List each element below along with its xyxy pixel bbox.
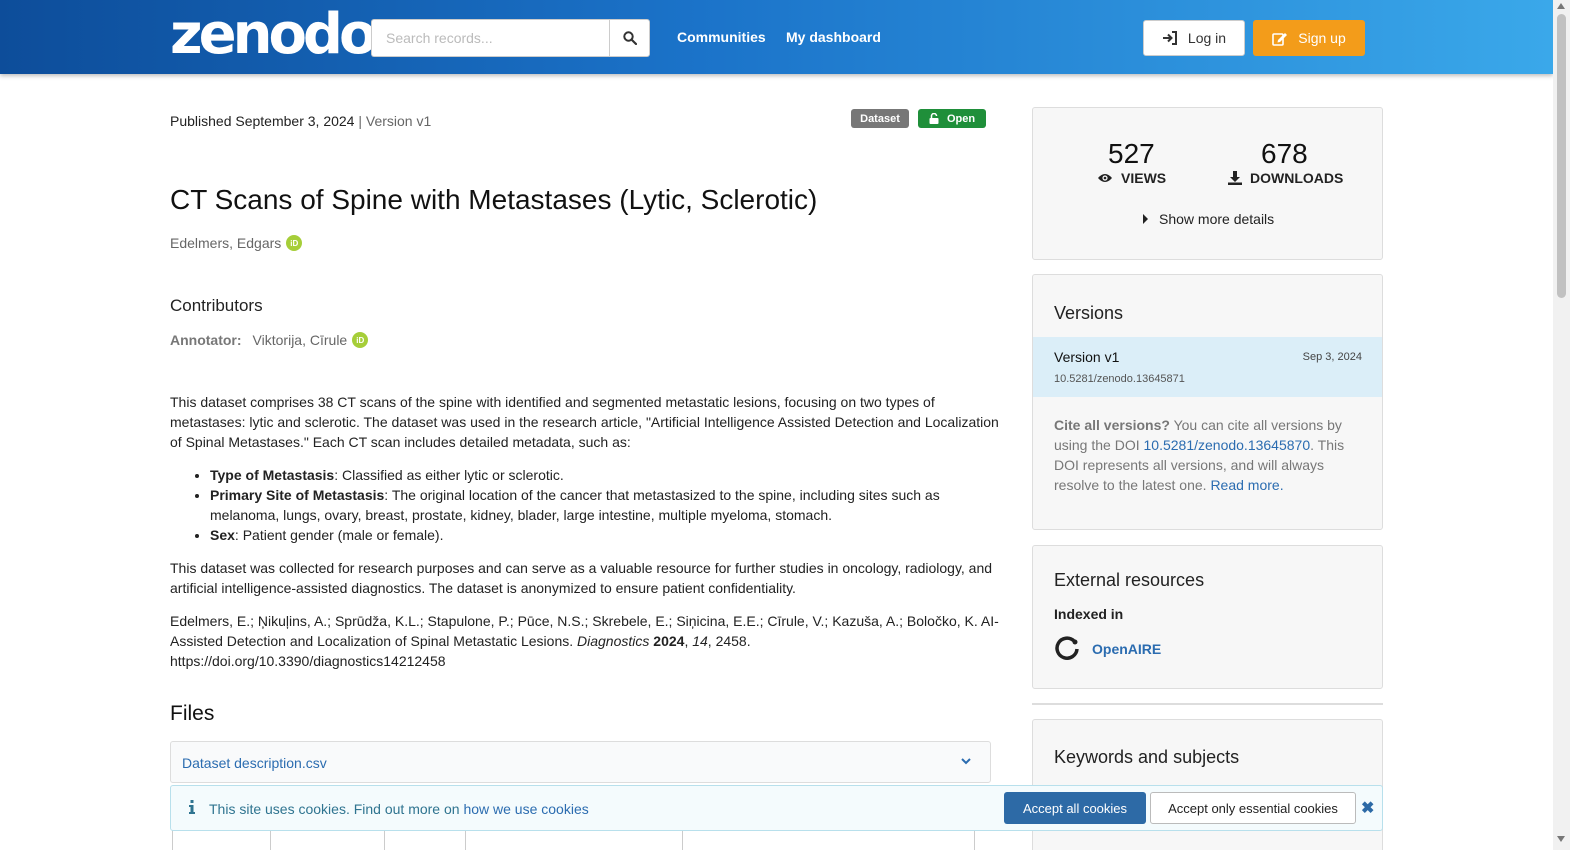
openaire-logo-icon <box>1055 636 1079 660</box>
accept-all-cookies-button[interactable]: Accept all cookies <box>1004 792 1146 824</box>
login-label: Log in <box>1187 30 1227 46</box>
cite-all-versions: Cite all versions? You can cite all vers… <box>1054 417 1345 493</box>
list-item: Primary Site of Metastasis: The original… <box>210 485 1000 525</box>
search-input[interactable] <box>371 19 609 57</box>
access-badge: Open <box>918 109 986 128</box>
cookie-banner: This site uses cookies. Find out more on… <box>170 785 1383 831</box>
orcid-icon[interactable]: iD <box>286 235 303 251</box>
publication-info: Published September 3, 2024 | Version v1 <box>170 113 432 129</box>
keywords-heading: Keywords and subjects <box>1054 747 1240 767</box>
resource-type-badge: Dataset <box>851 109 909 128</box>
downloads-label: DOWNLOADS <box>1228 170 1343 186</box>
version-item[interactable]: Version v1 Sep 3, 2024 10.5281/zenodo.13… <box>1033 337 1382 397</box>
sign-in-icon <box>1162 31 1177 45</box>
eye-icon <box>1098 174 1112 182</box>
record-title: CT Scans of Spine with Metastases (Lytic… <box>170 184 818 215</box>
unlock-icon <box>929 113 939 124</box>
versions-card: Versions Version v1 Sep 3, 2024 10.5281/… <box>1032 274 1383 530</box>
files-heading: Files <box>170 702 215 725</box>
cookie-policy-link[interactable]: how we use cookies <box>463 801 588 817</box>
views-count: 527 <box>1108 138 1155 169</box>
signup-button[interactable]: Sign up <box>1253 20 1365 56</box>
views-label: VIEWS <box>1097 170 1166 186</box>
cookie-message: This site uses cookies. Find out more on… <box>209 801 589 817</box>
indexed-in-label: Indexed in <box>1054 606 1124 622</box>
chevron-down-icon[interactable] <box>960 755 972 767</box>
download-icon <box>1228 171 1242 185</box>
search-bar <box>371 19 650 57</box>
nav-my-dashboard[interactable]: My dashboard <box>786 29 881 45</box>
description-paragraph: This dataset comprises 38 CT scans of th… <box>170 394 999 450</box>
accept-essential-cookies-button[interactable]: Accept only essential cookies <box>1150 792 1356 824</box>
external-resources-card: External resources Indexed in OpenAIRE <box>1032 545 1383 689</box>
orcid-icon[interactable]: iD <box>352 332 369 348</box>
version-date: Sep 3, 2024 <box>1302 351 1362 363</box>
contributor: Annotator: Viktorija, Cīrule iD <box>170 332 369 348</box>
description-paragraph: This dataset was collected for research … <box>170 560 993 596</box>
stats-card: 527 VIEWS 678 DOWNLOADS Show more detail… <box>1032 107 1383 260</box>
signup-label: Sign up <box>1298 30 1346 46</box>
search-icon <box>622 31 637 45</box>
divider <box>1032 703 1383 705</box>
file-preview-table <box>172 830 975 850</box>
nav-communities[interactable]: Communities <box>677 29 766 45</box>
contributor-name[interactable]: Viktorija, Cīrule <box>253 332 348 348</box>
author-name[interactable]: Edelmers, Edgars <box>170 235 281 251</box>
contributors-heading: Contributors <box>170 296 263 315</box>
downloads-count: 678 <box>1261 138 1308 169</box>
info-icon <box>189 800 195 814</box>
citation-paragraph: Edelmers, E.; Ņikuļins, A.; Sprūdža, K.L… <box>170 613 999 669</box>
versions-heading: Versions <box>1054 303 1124 323</box>
version-name[interactable]: Version v1 <box>1054 349 1119 365</box>
file-name[interactable]: Dataset description.csv <box>182 755 327 771</box>
external-resources-heading: External resources <box>1054 570 1205 590</box>
page-scrollbar[interactable] <box>1553 0 1570 850</box>
scroll-thumb[interactable] <box>1557 14 1566 298</box>
close-icon[interactable]: ✖ <box>1361 798 1374 818</box>
top-header: zenodo Communities My dashboard Log in S… <box>0 0 1553 74</box>
file-accordion[interactable]: Dataset description.csv <box>170 741 991 783</box>
concept-doi-link[interactable]: 10.5281/zenodo.13645870 <box>1144 437 1311 453</box>
search-button[interactable] <box>609 19 650 57</box>
version-label: Version v1 <box>365 113 432 129</box>
version-doi: 10.5281/zenodo.13645871 <box>1054 373 1185 385</box>
scroll-up-arrow[interactable] <box>1557 3 1565 9</box>
list-item: Type of Metastasis: Classified as either… <box>210 465 1000 485</box>
zenodo-logo[interactable]: zenodo <box>170 4 377 66</box>
creator[interactable]: Edelmers, Edgars iD <box>170 235 303 251</box>
scroll-down-arrow[interactable] <box>1557 836 1565 842</box>
openaire-link[interactable]: OpenAIRE <box>1054 636 1161 662</box>
read-more-link[interactable]: Read more. <box>1210 477 1283 493</box>
edit-icon <box>1272 32 1288 46</box>
list-item: Sex: Patient gender (male or female). <box>210 525 1000 545</box>
login-button[interactable]: Log in <box>1143 20 1245 56</box>
record-description: This dataset comprises 38 CT scans of th… <box>170 392 1000 684</box>
show-more-details[interactable]: Show more details <box>1143 211 1274 227</box>
caret-right-icon <box>1143 214 1148 224</box>
contributor-role: Annotator: <box>170 332 242 348</box>
published-date: Published September 3, 2024 <box>170 113 355 129</box>
metadata-list: Type of Metastasis: Classified as either… <box>210 465 1000 545</box>
